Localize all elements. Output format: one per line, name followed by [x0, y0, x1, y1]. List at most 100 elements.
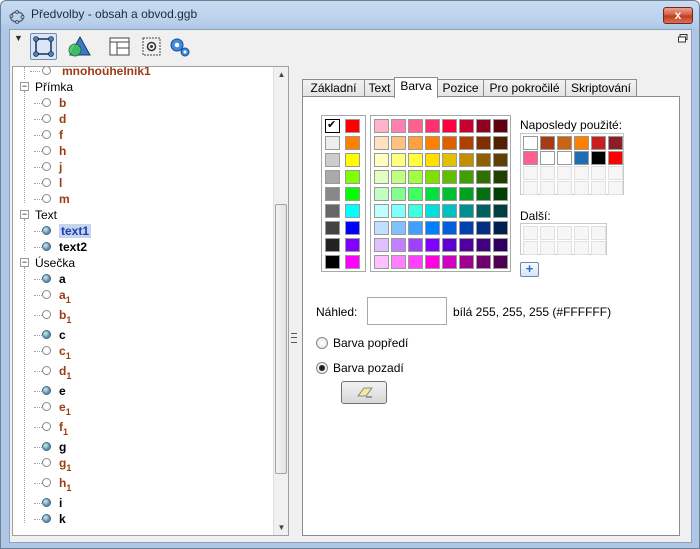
recent-color-swatch[interactable]: [540, 151, 555, 165]
tab-basic[interactable]: Základní: [302, 79, 365, 97]
color-swatch[interactable]: [442, 119, 457, 133]
scrollbar-thumb[interactable]: [275, 204, 287, 474]
color-swatch[interactable]: [391, 170, 406, 184]
color-swatch[interactable]: [391, 255, 406, 269]
color-swatch[interactable]: [493, 221, 508, 235]
color-swatch[interactable]: [345, 170, 360, 184]
color-swatch[interactable]: [391, 136, 406, 150]
color-swatch[interactable]: [325, 238, 340, 252]
recent-color-swatch[interactable]: [557, 136, 572, 150]
visibility-dot-icon[interactable]: [42, 346, 51, 355]
color-swatch[interactable]: [325, 255, 340, 269]
color-swatch[interactable]: [391, 238, 406, 252]
color-swatch[interactable]: [476, 204, 491, 218]
visibility-dot-icon[interactable]: [42, 130, 51, 139]
color-swatch[interactable]: [408, 255, 423, 269]
color-swatch[interactable]: [459, 238, 474, 252]
color-swatch[interactable]: [476, 221, 491, 235]
tree-item[interactable]: j: [13, 159, 273, 175]
color-swatch[interactable]: [408, 204, 423, 218]
color-swatch[interactable]: [374, 204, 389, 218]
color-swatch[interactable]: [476, 255, 491, 269]
tab-color[interactable]: Barva: [394, 77, 438, 98]
color-swatch[interactable]: [493, 204, 508, 218]
color-swatch[interactable]: [325, 204, 340, 218]
visibility-dot-icon[interactable]: [42, 146, 51, 155]
visibility-dot-icon[interactable]: [42, 402, 51, 411]
tree-group[interactable]: − Text: [13, 207, 273, 223]
visibility-dot-icon[interactable]: [42, 310, 51, 319]
color-swatch[interactable]: [374, 170, 389, 184]
color-swatch[interactable]: [408, 238, 423, 252]
color-swatch[interactable]: [408, 221, 423, 235]
color-swatch[interactable]: [345, 119, 360, 133]
color-swatch[interactable]: [442, 170, 457, 184]
color-swatch[interactable]: [493, 238, 508, 252]
background-color-radio[interactable]: [316, 362, 328, 374]
color-swatch[interactable]: [408, 170, 423, 184]
color-swatch[interactable]: [374, 221, 389, 235]
visibility-dot-icon[interactable]: [42, 386, 51, 395]
visibility-dot-icon[interactable]: [42, 422, 51, 431]
color-swatch[interactable]: [459, 255, 474, 269]
color-swatch[interactable]: [442, 187, 457, 201]
visibility-dot-icon[interactable]: [42, 242, 51, 251]
tree-item[interactable]: m: [13, 191, 273, 207]
color-swatch[interactable]: [442, 221, 457, 235]
color-swatch[interactable]: [325, 170, 340, 184]
color-swatch[interactable]: [459, 119, 474, 133]
color-swatch[interactable]: [345, 238, 360, 252]
tree-item[interactable]: c1: [13, 343, 273, 361]
color-swatch[interactable]: [459, 136, 474, 150]
tree-item[interactable]: a1: [13, 287, 273, 305]
tree-scrollbar[interactable]: ▲ ▼: [273, 67, 288, 535]
empty-color-slot[interactable]: [591, 181, 606, 195]
tree-group[interactable]: − Přímka: [13, 79, 273, 95]
color-swatch[interactable]: [476, 153, 491, 167]
object-tree[interactable]: mnohoúhelník1− Přímka b d f h j l m − Text text1 tex…: [12, 66, 289, 536]
visibility-dot-icon[interactable]: [42, 226, 51, 235]
tree-item[interactable]: e1: [13, 399, 273, 417]
empty-color-slot[interactable]: [523, 181, 538, 195]
visibility-dot-icon[interactable]: [42, 478, 51, 487]
clear-background-button[interactable]: [341, 381, 387, 404]
color-swatch[interactable]: [374, 187, 389, 201]
tree-item[interactable]: d: [13, 111, 273, 127]
empty-color-slot[interactable]: [523, 166, 538, 180]
visibility-dot-icon[interactable]: [42, 67, 51, 75]
color-swatch[interactable]: [408, 119, 423, 133]
color-swatch[interactable]: [442, 204, 457, 218]
tree-item[interactable]: e: [13, 383, 273, 399]
empty-color-slot[interactable]: [608, 181, 623, 195]
foreground-color-radio[interactable]: [316, 337, 328, 349]
empty-color-slot[interactable]: [557, 241, 572, 255]
color-swatch[interactable]: [425, 221, 440, 235]
recent-color-swatch[interactable]: [523, 151, 538, 165]
color-swatch[interactable]: [459, 153, 474, 167]
tree-group[interactable]: − Úsečka: [13, 255, 273, 271]
tree-item[interactable]: g: [13, 439, 273, 455]
color-swatch[interactable]: [459, 187, 474, 201]
tree-item[interactable]: i: [13, 495, 273, 511]
background-color-label[interactable]: Barva pozadí: [333, 361, 404, 375]
geometry-tool-button[interactable]: [66, 33, 93, 60]
color-swatch[interactable]: ✔: [325, 119, 340, 133]
empty-color-slot[interactable]: [591, 241, 606, 255]
recent-color-swatch[interactable]: [523, 136, 538, 150]
color-swatch[interactable]: [476, 136, 491, 150]
tree-item[interactable]: f1: [13, 419, 273, 437]
tree-item-partial[interactable]: mnohoúhelník1: [62, 67, 151, 78]
color-swatch[interactable]: [391, 187, 406, 201]
color-swatch[interactable]: [425, 187, 440, 201]
empty-color-slot[interactable]: [557, 181, 572, 195]
tree-item[interactable]: h1: [13, 475, 273, 493]
visibility-dot-icon[interactable]: [42, 514, 51, 523]
empty-color-slot[interactable]: [608, 166, 623, 180]
add-color-button[interactable]: +: [520, 262, 539, 277]
color-swatch[interactable]: [391, 204, 406, 218]
title-bar[interactable]: Předvolby - obsah a obvod.ggb x: [1, 1, 699, 29]
color-swatch[interactable]: [408, 153, 423, 167]
tab-scripting[interactable]: Skriptování: [565, 79, 637, 97]
empty-color-slot[interactable]: [557, 226, 572, 240]
selection-tool-button[interactable]: [30, 33, 57, 60]
